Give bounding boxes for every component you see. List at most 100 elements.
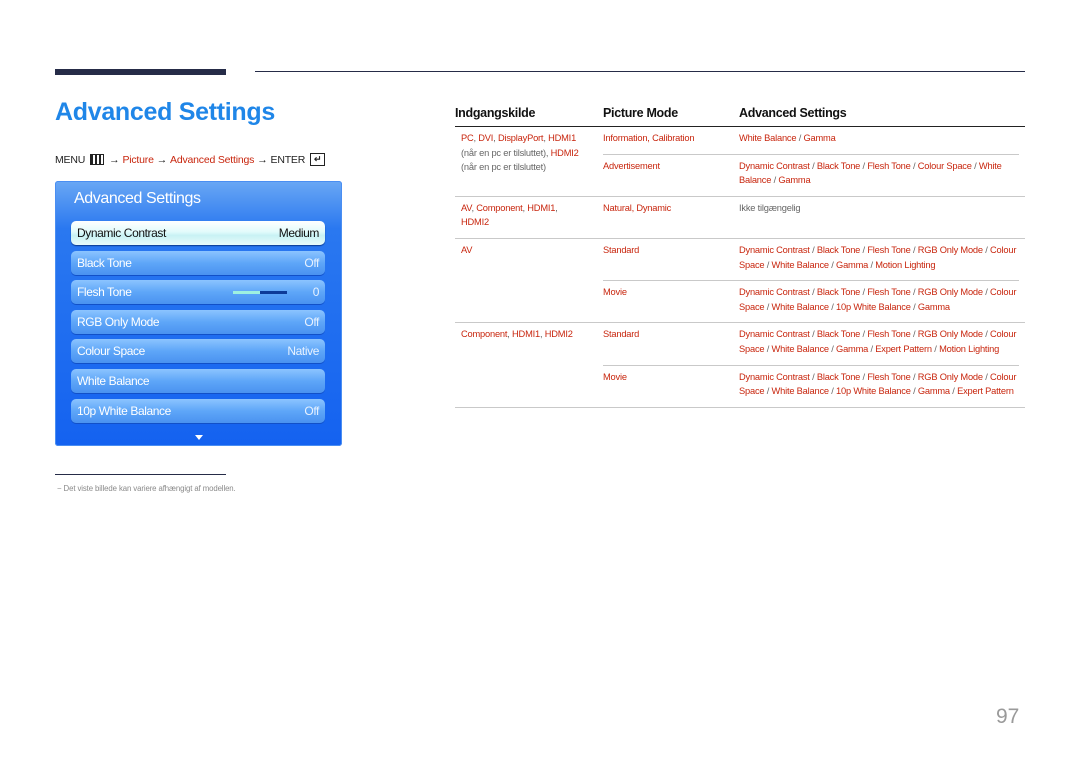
separator: / [910,160,918,171]
slider-fill [232,290,260,294]
footnote-text: Det viste billede kan variere afhængigt … [63,484,236,493]
osd-item-dynamic-contrast[interactable]: Dynamic Contrast Medium [71,221,325,245]
advanced-settings-cell: Ikke tilgængelig [739,201,1019,216]
source-text: AV [461,202,472,213]
scroll-down-icon[interactable] [195,435,203,440]
setting-name: White Balance [771,301,830,312]
advanced-settings-cell: Dynamic Contrast / Black Tone / Flesh To… [739,285,1019,314]
osd-item-label: Dynamic Contrast [77,226,166,240]
osd-item-colour-space[interactable]: Colour Space Native [71,339,325,364]
setting-name: RGB Only Mode [917,287,983,298]
table-row: Standard Dynamic Contrast / Black Tone / … [603,239,1019,280]
osd-item-10p-white-balance[interactable]: 10p White Balance Off [71,398,325,423]
advanced-settings-cell: Dynamic Contrast / Black Tone / Flesh To… [739,370,1019,399]
separator: / [764,259,772,270]
source-text: HDMI2 [461,217,489,228]
source-text: HDMI1 [512,329,540,340]
setting-name: Motion Lighting [875,259,936,270]
osd-item-value: 0 [312,285,320,300]
source-text: PC [461,133,474,143]
osd-item-black-tone[interactable]: Black Tone Off [71,250,325,275]
menu-icon [90,154,105,165]
setting-name: Flesh Tone [867,244,911,255]
separator: / [764,386,772,397]
separator: / [828,301,837,312]
osd-item-rgb-only-mode[interactable]: RGB Only Mode Off [71,309,325,334]
source-text: HDMI2 [544,329,573,340]
source-text: , [555,202,558,213]
advanced-settings-cell: Dynamic Contrast / Black Tone / Flesh To… [739,243,1019,272]
page-number: 97 [996,705,1020,728]
settings-list-text: Dynamic Contrast / Black Tone / Flesh To… [739,245,1016,270]
osd-item-flesh-tone[interactable]: Flesh Tone 0 [71,280,325,305]
setting-name: White Balance [771,259,830,270]
osd-item-value: Native [287,344,319,359]
header-picture-mode: Picture Mode [603,106,678,120]
settings-list-text: Dynamic Contrast / Black Tone / Flesh To… [739,329,1016,354]
table-row: Advertisement Dynamic Contrast / Black To… [603,153,1019,196]
footnote: − Det viste billede kan variere afhængig… [57,484,236,493]
setting-name: Expert Pattern [957,386,1014,397]
setting-name: RGB Only Mode [917,244,983,255]
separator: / [910,287,918,298]
separator: / [809,160,817,171]
source-text: AV [461,244,473,255]
table-row-group: AV Standard Dynamic Contrast / Black Tone … [455,239,1025,324]
setting-name: Black Tone [816,287,861,298]
source-text: DisplayPort [497,133,544,143]
footnote-dash: − [57,484,62,493]
separator: / [982,244,991,255]
separator: / [809,371,817,382]
separator: / [828,386,837,397]
setting-name: Gamma [803,133,836,143]
table-header: Indgangskilde Picture Mode Advanced Sett… [455,100,1025,127]
setting-name: White Balance [771,386,830,397]
setting-name: Black Tone [816,160,861,171]
picture-mode-cell: Movie [603,287,627,298]
source-cell: PC, DVI, DisplayPort, HDMI1 (når en pc er… [455,127,603,196]
setting-name: Dynamic Contrast [739,329,810,340]
separator: / [910,244,918,255]
header-rule-thick [55,69,226,75]
source-cell: AV [455,239,603,322]
setting-name: Flesh Tone [867,287,911,298]
setting-name: 10p White Balance [836,386,911,397]
footnote-rule [55,474,226,475]
osd-item-label: Black Tone [77,255,132,270]
arrow: → [257,153,268,166]
separator: / [828,343,837,354]
separator: / [828,259,837,270]
setting-name: 10p White Balance [836,301,911,312]
advanced-settings-cell: Dynamic Contrast / Black Tone / Flesh To… [739,159,1019,188]
advanced-settings-cell: White Balance / Gamma [739,131,1019,146]
setting-name: Gamma [836,343,869,354]
source-text: HDMI1 [527,202,556,213]
setting-name: Dynamic Contrast [739,287,810,298]
menu-path: MENU → Picture → Advanced Settings → ENT… [55,153,326,166]
table-row-group: Component, HDMI1, HDMI2 Standard Dynamic C… [455,323,1025,408]
table-row: Movie Dynamic Contrast / Black Tone / Fle… [603,364,1019,407]
picture-mode-cell: Information, Calibration [603,133,695,143]
picture-mode-cell: Movie [603,371,627,382]
enter-label: ENTER [270,153,306,166]
setting-name: Colour Space [917,160,972,171]
source-text: (når en pc er tilsluttet) [461,162,546,173]
picture-mode-cell: Standard [603,244,640,255]
osd-item-white-balance[interactable]: White Balance [71,369,325,393]
setting-name: Dynamic Contrast [739,244,810,255]
separator: / [796,133,804,143]
setting-name: Dynamic Contrast [739,160,810,171]
osd-item-label: Flesh Tone [77,285,132,300]
setting-name: Flesh Tone [867,329,911,340]
setting-name: Gamma [917,301,950,312]
separator: / [982,329,991,340]
source-text: DVI [478,133,494,143]
flesh-tone-slider-group: 0 [232,285,320,300]
settings-list-text: Dynamic Contrast / Black Tone / Flesh To… [739,372,1016,397]
osd-item-label: White Balance [77,374,150,388]
separator: / [809,287,817,298]
flesh-tone-slider[interactable] [232,290,287,294]
source-text: Component [476,202,523,213]
settings-list-text: Dynamic Contrast / Black Tone / Flesh To… [739,161,1002,186]
source-text: (når en pc er tilsluttet), [461,147,551,158]
